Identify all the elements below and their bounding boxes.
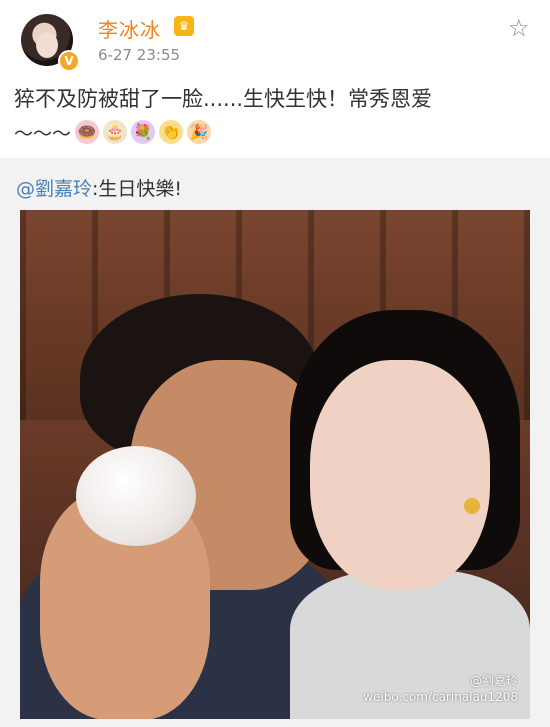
star-icon[interactable]: ☆	[508, 16, 532, 40]
watermark-url: weibo.com/carinalau1208	[363, 690, 518, 704]
post-header: V 李冰冰 ♛ 6-27 23:55 ☆	[0, 0, 550, 78]
clap-emoji-icon: 👏	[159, 120, 184, 144]
bun	[76, 446, 196, 546]
author-name[interactable]: 李冰冰	[98, 14, 161, 43]
earring	[464, 498, 480, 514]
tilde-text: ～～～	[14, 122, 72, 145]
cake-emoji-icon: 🎂	[103, 120, 128, 144]
party-emoji-icon: 🎉	[187, 120, 212, 144]
emoji-row: ～～～ 🍩 🎂 💐 👏 🎉	[14, 118, 212, 146]
post-timestamp: 6-27 23:55	[98, 46, 181, 64]
verified-badge-icon: V	[58, 50, 80, 72]
repost-mention-link[interactable]: @劉嘉玲	[16, 178, 92, 200]
post-text: 猝不及防被甜了一脸......生快生快！常秀恩爱	[14, 87, 433, 111]
repost-text: :生日快樂!	[92, 178, 183, 200]
vip-crown-icon: ♛	[174, 16, 194, 36]
repost-photo[interactable]: @劉嘉玲 weibo.com/carinalau1208	[20, 210, 530, 719]
woman-face	[310, 360, 490, 590]
watermark-handle: @劉嘉玲	[469, 674, 518, 688]
photo-watermark: @劉嘉玲 weibo.com/carinalau1208	[363, 673, 518, 705]
bouquet-emoji-icon: 💐	[131, 120, 156, 144]
repost-line: @劉嘉玲:生日快樂!	[16, 174, 182, 201]
repost-card[interactable]: @劉嘉玲:生日快樂! @劉嘉玲 weibo.com/carinalau1208	[0, 158, 550, 727]
donut-emoji-icon: 🍩	[75, 120, 100, 144]
